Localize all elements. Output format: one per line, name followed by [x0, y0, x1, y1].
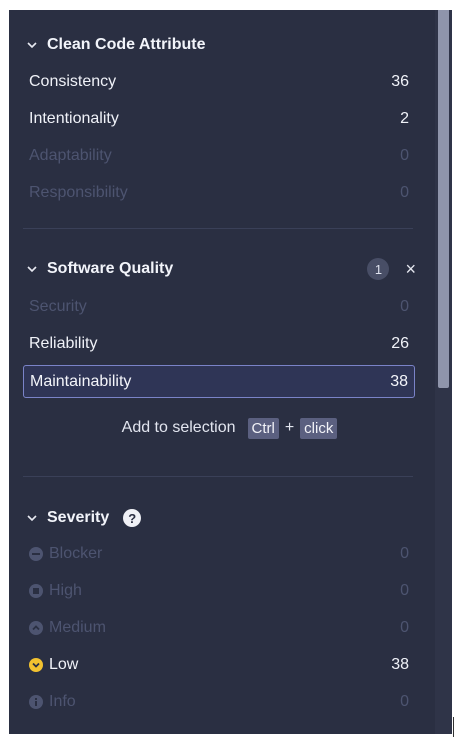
facet-label: Blocker: [49, 545, 103, 562]
high-icon: [29, 584, 43, 598]
software-quality-header[interactable]: Software Quality 1 ×: [27, 257, 416, 281]
facet-item-intentionality[interactable]: Intentionality 2: [23, 103, 415, 135]
info-icon: [29, 695, 43, 709]
facet-item-low[interactable]: Low 38: [23, 649, 415, 681]
facet-item-adaptability[interactable]: Adaptability 0: [23, 140, 415, 172]
severity-label-wrap: Low: [29, 656, 78, 674]
facet-label: Low: [49, 656, 79, 673]
facet-label: High: [49, 582, 82, 599]
section-title: Software Quality: [47, 260, 174, 277]
severity-label-wrap: Medium: [29, 619, 106, 637]
clean-code-attribute-header[interactable]: Clean Code Attribute: [27, 33, 420, 57]
click-key: click: [300, 417, 338, 439]
scrollbar-thumb[interactable]: [438, 10, 449, 388]
selected-count-badge: 1: [367, 258, 390, 280]
facet-item-responsibility[interactable]: Responsibility 0: [23, 177, 415, 209]
ctrl-key: Ctrl: [247, 417, 279, 439]
facet-item-blocker[interactable]: Blocker 0: [23, 538, 415, 570]
divider: [23, 228, 413, 229]
chevron-down-icon: [27, 40, 37, 50]
facet-label: Responsibility: [29, 184, 128, 201]
chevron-down-icon: [27, 513, 37, 523]
facet-item-security[interactable]: Security 0: [23, 291, 415, 323]
scrollbar[interactable]: [435, 10, 452, 734]
facet-count: 0: [400, 545, 409, 562]
facet-count: 2: [400, 110, 409, 127]
facet-count: 0: [400, 619, 409, 636]
facet-count: 0: [400, 147, 409, 164]
facet-label: Adaptability: [29, 147, 112, 164]
section-title: Clean Code Attribute: [47, 36, 206, 53]
facet-count: 0: [400, 298, 409, 315]
low-icon: [29, 658, 43, 672]
multi-select-hint: Add to selection Ctrl + click: [9, 416, 450, 440]
chevron-down-icon: [27, 264, 37, 274]
hint-text: Add to selection: [121, 419, 236, 436]
help-icon[interactable]: ?: [123, 509, 142, 527]
medium-icon: [29, 621, 43, 635]
facet-label: Consistency: [29, 73, 117, 90]
facet-count: 0: [400, 582, 409, 599]
severity-label-wrap: High: [29, 582, 82, 600]
plus-sign: +: [284, 419, 295, 436]
facet-label: Maintainability: [30, 372, 132, 390]
facet-label: Security: [29, 298, 87, 315]
blocker-icon: [29, 547, 43, 561]
facet-item-reliability[interactable]: Reliability 26: [23, 328, 415, 360]
facet-count: 36: [391, 73, 409, 90]
facet-item-consistency[interactable]: Consistency 36: [23, 66, 415, 98]
facet-count: 26: [391, 335, 409, 352]
divider: [23, 476, 413, 477]
facet-item-maintainability[interactable]: Maintainability 38: [23, 365, 415, 398]
text-caret: [453, 717, 454, 737]
facet-count: 38: [390, 372, 408, 390]
facet-count: 38: [391, 656, 409, 673]
facet-count: 0: [400, 693, 409, 710]
facet-label: Medium: [49, 619, 106, 636]
severity-label-wrap: Info: [29, 693, 76, 711]
filter-panel: Clean Code Attribute Consistency 36 Inte…: [9, 10, 450, 734]
facet-label: Info: [49, 693, 76, 710]
clear-filter-icon[interactable]: ×: [405, 259, 416, 280]
facet-count: 0: [400, 184, 409, 201]
facet-item-high[interactable]: High 0: [23, 575, 415, 607]
section-title: Severity: [47, 509, 110, 526]
facet-label: Intentionality: [29, 110, 119, 127]
severity-label-wrap: Blocker: [29, 545, 102, 563]
facet-item-info[interactable]: Info 0: [23, 686, 415, 718]
facet-label: Reliability: [29, 335, 98, 352]
severity-header[interactable]: Severity ?: [27, 506, 420, 530]
facet-item-medium[interactable]: Medium 0: [23, 612, 415, 644]
